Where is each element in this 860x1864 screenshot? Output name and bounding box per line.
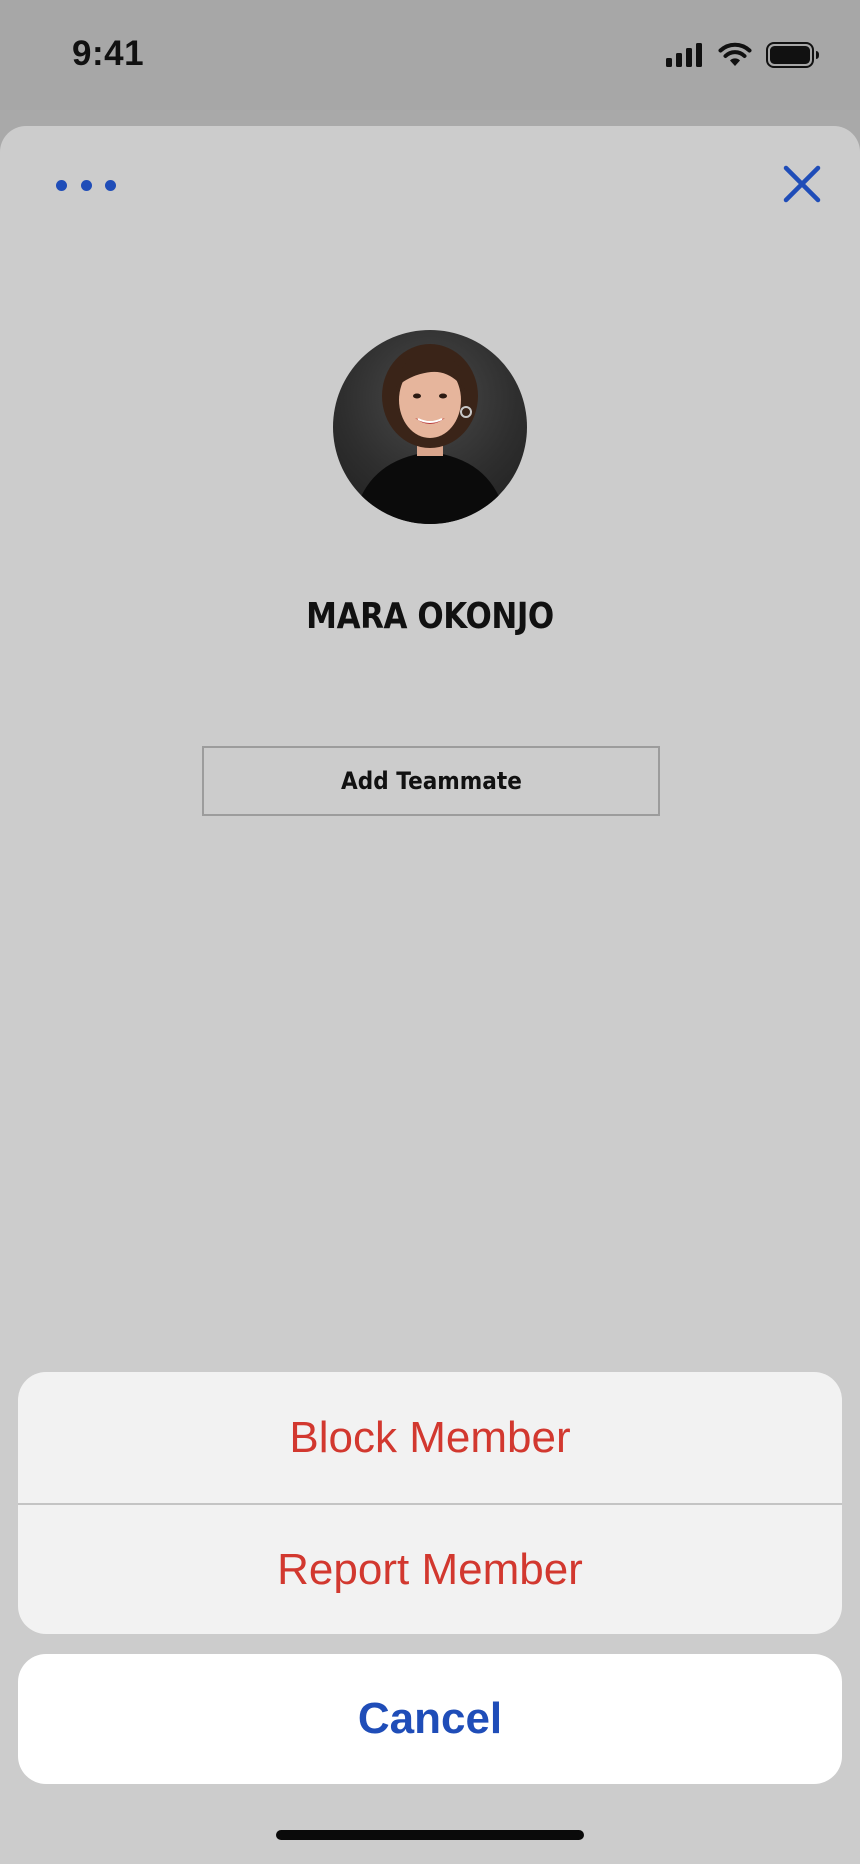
- signal-icon: [666, 43, 702, 67]
- profile-name: MARA OKONJO: [306, 596, 554, 637]
- status-time: 9:41: [72, 34, 145, 73]
- ellipsis-dot: [80, 179, 92, 191]
- close-icon[interactable]: [780, 162, 824, 206]
- avatar: [333, 330, 527, 524]
- status-bar: 9:41: [0, 0, 860, 110]
- ellipsis-dot: [105, 179, 116, 191]
- battery-icon: [766, 42, 819, 68]
- status-icons: [666, 42, 820, 68]
- ellipsis-icon: [56, 179, 67, 191]
- add-teammate-label: Add Teammate: [340, 767, 522, 795]
- action-sheet: Block Member Report Member: [18, 1372, 842, 1634]
- wifi-icon: [718, 42, 752, 66]
- report-member-button[interactable]: Report Member: [18, 1505, 842, 1635]
- block-member-button[interactable]: Block Member: [18, 1372, 842, 1503]
- more-options-button[interactable]: [56, 170, 116, 200]
- avatar-portrait: [353, 344, 507, 524]
- cancel-button[interactable]: Cancel: [18, 1654, 842, 1784]
- add-teammate-button[interactable]: Add Teammate: [202, 746, 660, 816]
- home-indicator: [276, 1830, 584, 1840]
